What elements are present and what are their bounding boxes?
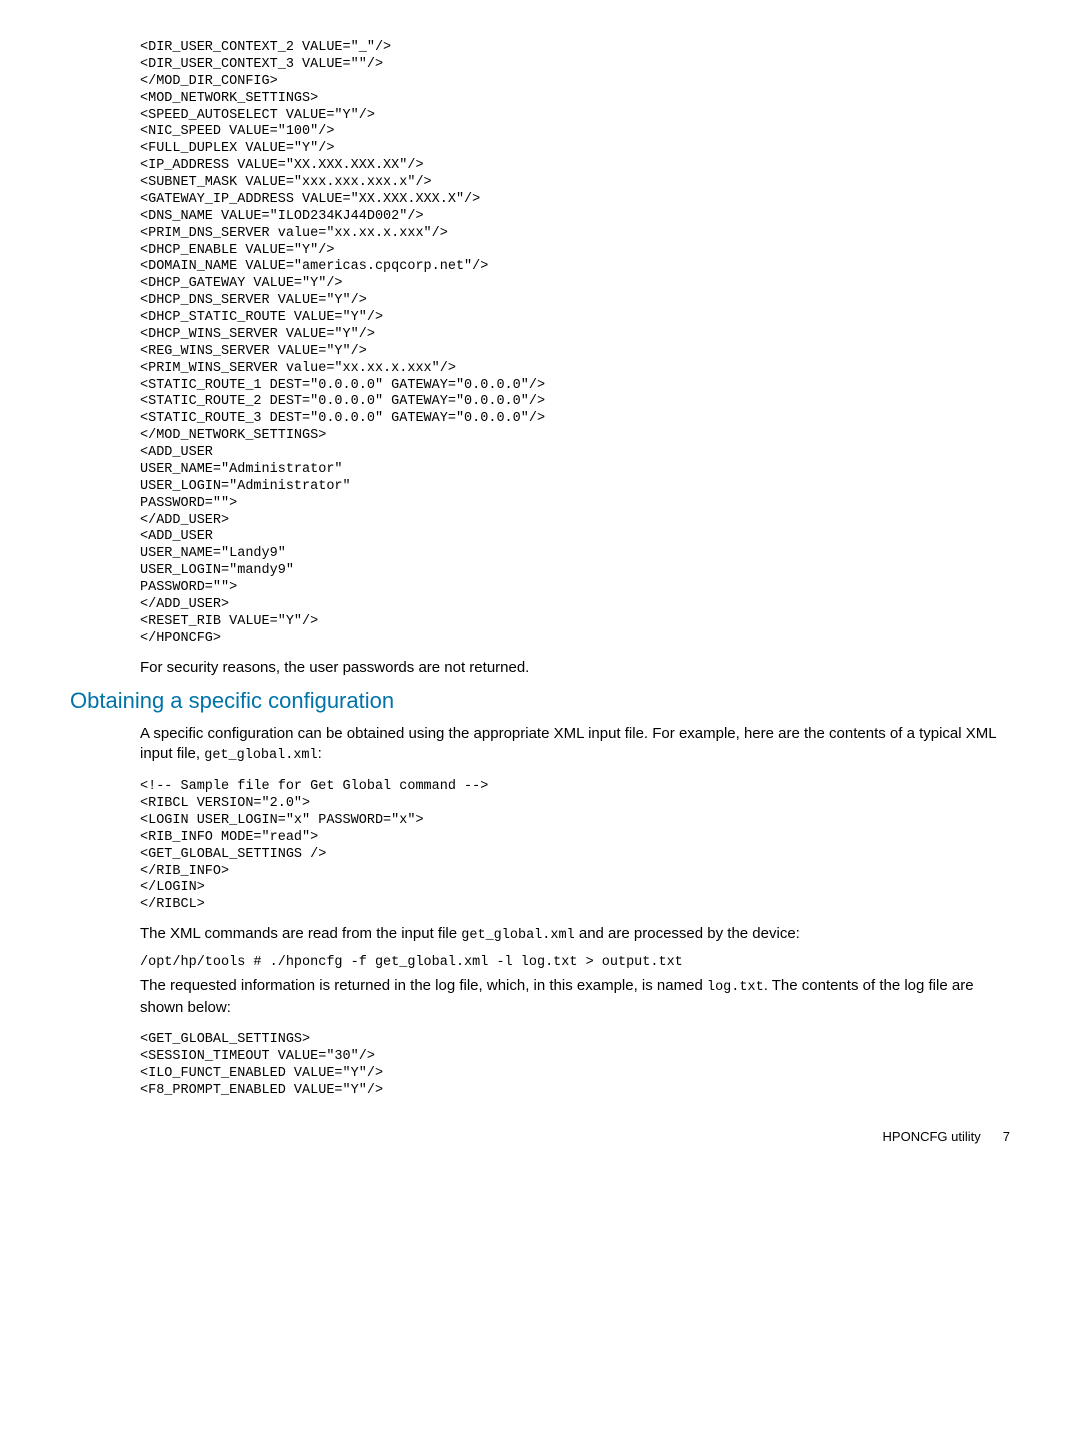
- footer-label: HPONCFG utility: [883, 1129, 981, 1144]
- command-line: /opt/hp/tools # ./hponcfg -f get_global.…: [140, 955, 1010, 970]
- footer-page-number: 7: [1003, 1129, 1010, 1144]
- code-block-sample-xml: <!-- Sample file for Get Global command …: [140, 779, 1010, 914]
- password-note: For security reasons, the user passwords…: [140, 658, 1010, 678]
- log-filename: log.txt: [707, 980, 764, 995]
- code-block-config: <DIR_USER_CONTEXT_2 VALUE="_"/> <DIR_USE…: [140, 40, 1010, 648]
- code-block-log-output: <GET_GLOBAL_SETTINGS> <SESSION_TIMEOUT V…: [140, 1032, 1010, 1100]
- section-intro: A specific configuration can be obtained…: [140, 724, 1010, 765]
- log-file-note: The requested information is returned in…: [140, 976, 1010, 1017]
- xml-read-filename: get_global.xml: [461, 928, 574, 943]
- page-footer: HPONCFG utility 7: [70, 1129, 1010, 1144]
- xml-read-b: and are processed by the device:: [575, 925, 800, 942]
- intro-filename: get_global.xml: [204, 748, 317, 763]
- intro-text-b: :: [318, 745, 322, 762]
- xml-read-a: The XML commands are read from the input…: [140, 925, 461, 942]
- section-heading: Obtaining a specific configuration: [70, 688, 1010, 714]
- xml-read-note: The XML commands are read from the input…: [140, 924, 1010, 945]
- log-note-a: The requested information is returned in…: [140, 977, 707, 994]
